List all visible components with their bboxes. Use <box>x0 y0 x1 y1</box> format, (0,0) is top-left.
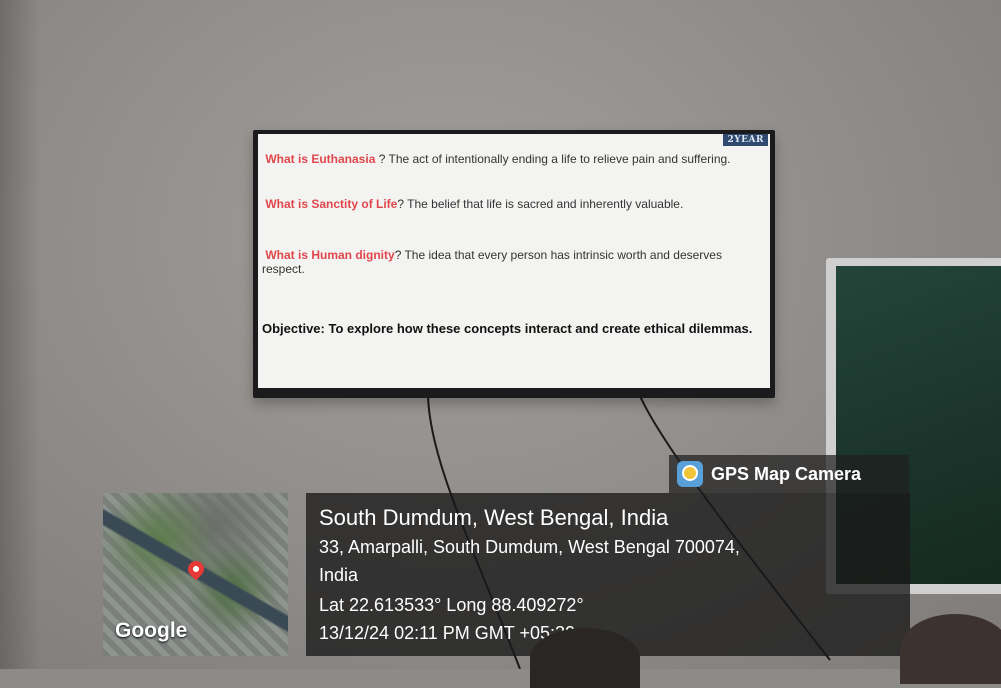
location-pin-icon <box>184 557 208 581</box>
slide-term: What is Human dignity <box>265 248 395 262</box>
slide-term: What is Euthanasia <box>265 152 376 166</box>
slide-term: What is Sanctity of Life <box>265 197 398 211</box>
map-provider-label: Google <box>115 619 188 642</box>
slide-objective: Objective: To explore how these concepts… <box>262 321 753 336</box>
audience-head <box>530 628 640 688</box>
slide-item-euthanasia: What is Euthanasia ? The act of intentio… <box>262 152 762 166</box>
address-line-2: India <box>319 565 359 585</box>
slide-badge: 2YEAR <box>723 134 768 146</box>
wall-shadow <box>0 0 40 669</box>
audience-head <box>900 614 1001 684</box>
tv-screen-slide: 2YEAR What is Euthanasia ? The act of in… <box>258 134 770 388</box>
coordinates: Lat 22.613533° Long 88.409272° <box>319 595 584 615</box>
gps-app-title-bar: GPS Map Camera <box>669 455 909 493</box>
slide-item-sanctity: What is Sanctity of Life? The belief tha… <box>262 197 762 211</box>
slide-definition: ? The act of intentionally ending a life… <box>375 152 731 166</box>
map-thumbnail: Google <box>103 493 288 656</box>
slide-definition: ? The belief that life is sacred and inh… <box>397 197 684 211</box>
address-line-1: 33, Amarpalli, South Dumdum, West Bengal… <box>319 537 740 557</box>
datetime: 13/12/24 02:11 PM GMT +05:30 <box>319 623 575 643</box>
gps-map-camera-icon <box>677 461 703 487</box>
slide-item-human-dignity: What is Human dignity? The idea that eve… <box>262 248 762 276</box>
gps-app-name: GPS Map Camera <box>711 463 862 484</box>
place-name: South Dumdum, West Bengal, India <box>319 505 669 530</box>
